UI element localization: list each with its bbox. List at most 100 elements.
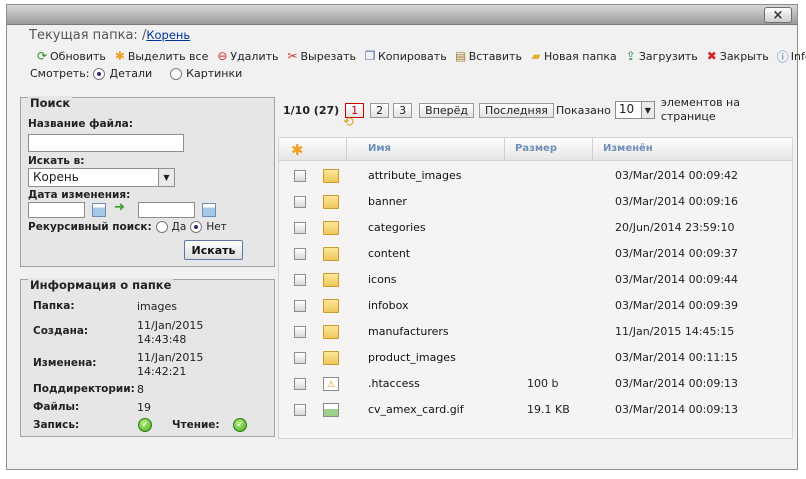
paste-label: Вставить bbox=[468, 49, 522, 63]
file-modified: 11/Jan/2015 14:45:15 bbox=[615, 325, 735, 338]
per-page-suffix: элементов на странице bbox=[660, 96, 740, 123]
row-checkbox[interactable] bbox=[294, 378, 306, 390]
file-name[interactable]: product_images bbox=[368, 351, 456, 364]
file-name[interactable]: content bbox=[368, 247, 410, 260]
select-all-label: Выделить все bbox=[127, 49, 209, 63]
row-checkbox[interactable] bbox=[294, 404, 306, 416]
file-name[interactable]: manufacturers bbox=[368, 325, 449, 338]
table-row[interactable]: attribute_images 03/Mar/2014 00:09:42 bbox=[279, 163, 792, 189]
file-modified: 03/Mar/2014 00:09:42 bbox=[615, 169, 739, 182]
file-manager-window: × Текущая папка: /Корень ⟳ Обновить ✱ Вы… bbox=[6, 4, 806, 470]
row-checkbox[interactable] bbox=[294, 274, 306, 286]
subdirs-value: 8 bbox=[137, 383, 144, 396]
calendar-icon[interactable] bbox=[202, 203, 216, 217]
calendar-icon[interactable] bbox=[92, 203, 106, 217]
file-name[interactable]: categories bbox=[368, 221, 426, 234]
view-details-radio[interactable] bbox=[93, 67, 106, 80]
modified-label: Изменена: bbox=[33, 357, 97, 369]
refresh-button[interactable]: ⟳ Обновить bbox=[35, 49, 106, 63]
view-thumbnails-radio[interactable] bbox=[170, 67, 183, 80]
recursive-no-radio[interactable] bbox=[190, 221, 203, 233]
paste-button[interactable]: ▤ Вставить bbox=[454, 49, 522, 63]
current-folder-link[interactable]: Корень bbox=[146, 28, 190, 42]
window-titlebar: × bbox=[7, 5, 797, 25]
date-to-input[interactable] bbox=[138, 202, 195, 218]
column-name[interactable]: Имя bbox=[346, 138, 504, 161]
delete-label: Удалить bbox=[230, 49, 279, 63]
file-modified: 03/Mar/2014 00:11:15 bbox=[615, 351, 739, 364]
column-modified[interactable]: Изменён bbox=[592, 138, 792, 161]
close-button[interactable]: ✖ Закрыть bbox=[705, 49, 769, 63]
page-3-button[interactable]: 3 bbox=[393, 102, 413, 118]
file-size: 19.1 KB bbox=[527, 403, 570, 416]
pager: 1/10 (27) 1 2 3 Вперёд Последняя Показан… bbox=[283, 96, 763, 130]
file-name[interactable]: cv_amex_card.gif bbox=[368, 403, 464, 416]
close-icon: ✖ bbox=[706, 49, 717, 63]
search-button[interactable]: Искать bbox=[184, 240, 243, 260]
row-checkbox[interactable] bbox=[294, 326, 306, 338]
refresh-icon[interactable]: ⟲ bbox=[343, 115, 354, 130]
table-row[interactable]: cv_amex_card.gif 19.1 KB 03/Mar/2014 00:… bbox=[279, 397, 792, 423]
upload-button[interactable]: ⇪ Загрузить bbox=[624, 49, 698, 63]
new-folder-button[interactable]: ▰ Новая папка bbox=[529, 49, 616, 63]
recursive-row: Рекурсивный поиск: Да Нет bbox=[28, 221, 227, 233]
file-name[interactable]: infobox bbox=[368, 299, 409, 312]
info-icon: ⓘ bbox=[776, 49, 789, 64]
folder-icon bbox=[323, 299, 339, 313]
file-modified: 03/Mar/2014 00:09:44 bbox=[615, 273, 739, 286]
folder-icon bbox=[323, 195, 339, 209]
file-name[interactable]: attribute_images bbox=[368, 169, 461, 182]
row-checkbox[interactable] bbox=[294, 248, 306, 260]
folder-info-title: Информация о папке bbox=[28, 278, 174, 292]
refresh-label: Обновить bbox=[50, 49, 106, 63]
info-button[interactable]: ⓘ Info bbox=[776, 49, 806, 64]
table-row[interactable]: product_images 03/Mar/2014 00:11:15 bbox=[279, 345, 792, 371]
delete-icon: ⊖ bbox=[217, 49, 228, 63]
column-size[interactable]: Размер bbox=[504, 138, 592, 161]
delete-button[interactable]: ⊖ Удалить bbox=[215, 49, 278, 63]
select-all-icon[interactable]: ✱ bbox=[291, 141, 304, 159]
filename-input[interactable] bbox=[28, 134, 184, 152]
files-value: 19 bbox=[137, 401, 151, 414]
file-name[interactable]: icons bbox=[368, 273, 397, 286]
table-row[interactable]: banner 03/Mar/2014 00:09:16 bbox=[279, 189, 792, 215]
select-all-button[interactable]: ✱ Выделить все bbox=[113, 49, 209, 63]
row-checkbox[interactable] bbox=[294, 170, 306, 182]
cut-label: Вырезать bbox=[300, 49, 356, 63]
folder-info-panel: Информация о папке Папка: images Создана… bbox=[20, 278, 275, 437]
row-checkbox[interactable] bbox=[294, 196, 306, 208]
page-2-button[interactable]: 2 bbox=[370, 102, 390, 118]
last-page-button[interactable]: Последняя bbox=[479, 102, 554, 118]
read-label: Чтение: bbox=[172, 419, 220, 431]
table-row[interactable]: categories 20/Jun/2014 23:59:10 bbox=[279, 215, 792, 241]
folder-icon bbox=[323, 273, 339, 287]
folder-name-value: images bbox=[137, 300, 177, 313]
recursive-yes-radio[interactable] bbox=[155, 221, 168, 233]
table-row[interactable]: icons 03/Mar/2014 00:09:44 bbox=[279, 267, 792, 293]
row-checkbox[interactable] bbox=[294, 222, 306, 234]
filename-label: Название файла: bbox=[28, 118, 133, 130]
created-date: 11/Jan/2015 bbox=[137, 319, 204, 332]
recursive-no-label: Нет bbox=[206, 221, 227, 233]
search-in-select[interactable]: Корень ▼ bbox=[28, 168, 175, 187]
file-name[interactable]: banner bbox=[368, 195, 407, 208]
cut-button[interactable]: ✂ Вырезать bbox=[286, 49, 356, 63]
next-page-button[interactable]: Вперёд bbox=[419, 102, 475, 118]
date-from-input[interactable] bbox=[28, 202, 85, 218]
folder-icon bbox=[323, 221, 339, 235]
table-row[interactable]: ⚠ .htaccess 100 b 03/Mar/2014 00:09:13 bbox=[279, 371, 792, 397]
row-checkbox[interactable] bbox=[294, 352, 306, 364]
per-page-select[interactable]: 10 ▼ bbox=[614, 101, 655, 119]
file-size: 100 b bbox=[527, 377, 559, 390]
folder-name-label: Папка: bbox=[33, 300, 75, 312]
row-checkbox[interactable] bbox=[294, 300, 306, 312]
table-row[interactable]: infobox 03/Mar/2014 00:09:39 bbox=[279, 293, 792, 319]
copy-button[interactable]: ❐ Копировать bbox=[363, 49, 447, 63]
window-close-button[interactable]: × bbox=[764, 7, 792, 23]
search-panel: Поиск Название файла: Искать в: Корень ▼… bbox=[20, 96, 275, 267]
table-row[interactable]: content 03/Mar/2014 00:09:37 bbox=[279, 241, 792, 267]
file-modified: 03/Mar/2014 00:09:16 bbox=[615, 195, 739, 208]
table-row[interactable]: manufacturers 11/Jan/2015 14:45:15 bbox=[279, 319, 792, 345]
read-ok-icon: ✓ bbox=[233, 418, 247, 432]
file-name[interactable]: .htaccess bbox=[368, 377, 420, 390]
